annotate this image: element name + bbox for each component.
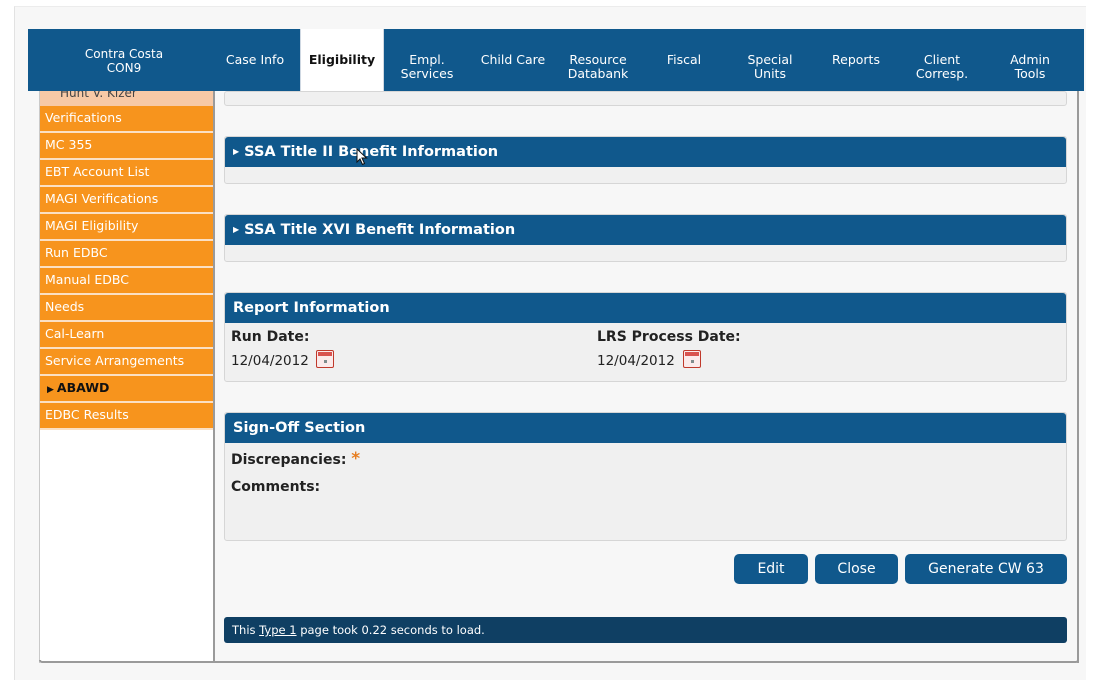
tab-label-line2: Units xyxy=(754,66,786,81)
sidebar-item-label: MAGI Verifications xyxy=(45,191,159,206)
footer-suffix: page took 0.22 seconds to load. xyxy=(300,623,485,637)
expand-triangle-icon: ▶ xyxy=(233,225,240,234)
sidebar-item-label: Service Arrangements xyxy=(45,353,185,368)
report-information-panel: Report Information Run Date: 12/04/2012 … xyxy=(224,292,1067,382)
sidebar-item-mc-355[interactable]: MC 355 xyxy=(40,133,213,160)
county-label: Contra Costa CON9 xyxy=(28,29,220,91)
tab-label: Case Info xyxy=(225,52,285,67)
tab-label-line1: Admin xyxy=(1010,52,1050,67)
section-title: SSA Title II Benefit Information xyxy=(244,144,499,160)
top-navigation-bar: Contra Costa CON9 Case Info Eligibility … xyxy=(28,29,1084,91)
sidebar-item-verifications[interactable]: Verifications xyxy=(40,106,213,133)
discrepancies-label: Discrepancies: * xyxy=(231,449,360,469)
expand-triangle-icon: ▶ xyxy=(233,147,240,156)
section-title: SSA Title XVI Benefit Information xyxy=(244,222,516,238)
sidebar-item-edbc-results[interactable]: EDBC Results xyxy=(40,403,213,430)
tab-label-line1: Resource xyxy=(569,52,627,67)
tab-label-line2: Corresp. xyxy=(915,66,969,81)
tab-label-line1: Special xyxy=(747,52,793,67)
content-bottom-border xyxy=(39,660,1079,663)
sidebar-item-label: Manual EDBC xyxy=(45,272,130,287)
mouse-cursor-icon xyxy=(356,148,368,166)
sidebar-item-label: Verifications xyxy=(45,110,122,125)
run-date-calendar-icon[interactable] xyxy=(316,350,334,368)
run-date-value: 12/04/2012 xyxy=(231,353,309,369)
comments-label: Comments: xyxy=(231,479,321,495)
sidebar-item-label: Cal-Learn xyxy=(45,326,105,341)
report-information-header: Report Information xyxy=(225,293,1066,323)
lrs-process-date-value: 12/04/2012 xyxy=(597,353,675,369)
sidebar-item-service-arrangements[interactable]: Service Arrangements xyxy=(40,349,213,376)
tab-label-line2: Services xyxy=(400,66,454,81)
tab-reports[interactable]: Reports xyxy=(824,29,888,91)
footer-type-link[interactable]: Type 1 xyxy=(259,623,296,637)
tab-label: Reports xyxy=(832,52,880,67)
tab-child-care[interactable]: Child Care xyxy=(474,29,552,91)
tab-case-info[interactable]: Case Info xyxy=(218,29,292,91)
sidebar-item-ebt-account-list[interactable]: EBT Account List xyxy=(40,160,213,187)
edit-button[interactable]: Edit xyxy=(734,554,808,584)
tab-client-corresp[interactable]: Client Corresp. xyxy=(908,29,976,91)
sidebar-item-cal-learn[interactable]: Cal-Learn xyxy=(40,322,213,349)
tab-label-line2: Tools xyxy=(1014,66,1046,81)
sidebar-item-label: Hunt V. Kizer xyxy=(60,91,137,100)
tab-empl-services[interactable]: Empl. Services xyxy=(392,29,462,91)
county-name: Contra Costa xyxy=(84,47,164,61)
required-asterisk-icon: * xyxy=(351,449,361,469)
footer-prefix: This xyxy=(232,623,256,637)
tab-resource-databank[interactable]: Resource Databank xyxy=(560,29,636,91)
tab-eligibility[interactable]: Eligibility xyxy=(300,29,384,91)
lrs-process-date-calendar-icon[interactable] xyxy=(683,350,701,368)
ssa-title-ii-header[interactable]: ▶ SSA Title II Benefit Information xyxy=(225,137,1066,167)
tab-special-units[interactable]: Special Units xyxy=(738,29,802,91)
close-button[interactable]: Close xyxy=(815,554,898,584)
tab-admin-tools[interactable]: Admin Tools xyxy=(1000,29,1060,91)
lrs-process-date-label: LRS Process Date: xyxy=(597,329,741,345)
previous-section-panel xyxy=(224,91,1067,106)
sidebar-item-label: ABAWD xyxy=(56,380,110,395)
sidebar-item-magi-verifications[interactable]: MAGI Verifications xyxy=(40,187,213,214)
sign-off-panel: Sign-Off Section Discrepancies: * Commen… xyxy=(224,412,1067,541)
discrepancies-label-text: Discrepancies: xyxy=(231,452,347,468)
tab-label-line1: Empl. xyxy=(409,52,445,67)
tab-label: Child Care xyxy=(480,52,546,67)
sidebar-item-label: EBT Account List xyxy=(45,164,150,179)
tab-fiscal[interactable]: Fiscal xyxy=(656,29,712,91)
generate-cw63-button[interactable]: Generate CW 63 xyxy=(905,554,1067,584)
sidebar-item-label: MC 355 xyxy=(45,137,93,152)
ssa-title-xvi-header[interactable]: ▶ SSA Title XVI Benefit Information xyxy=(225,215,1066,245)
tab-label-line2: Databank xyxy=(567,66,629,81)
sidebar-item-magi-eligibility[interactable]: MAGI Eligibility xyxy=(40,214,213,241)
sidebar-item-needs[interactable]: Needs xyxy=(40,295,213,322)
sidebar-item-hunt-v-kizer[interactable]: Hunt V. Kizer xyxy=(40,91,213,106)
ssa-title-ii-panel: ▶ SSA Title II Benefit Information xyxy=(224,136,1067,184)
content-right-border xyxy=(1076,91,1079,663)
sidebar-item-run-edbc[interactable]: Run EDBC xyxy=(40,241,213,268)
sidebar-item-label: MAGI Eligibility xyxy=(45,218,139,233)
sidebar-item-label: EDBC Results xyxy=(45,407,129,422)
run-date-label: Run Date: xyxy=(231,329,310,345)
tab-label-line1: Client xyxy=(923,52,961,67)
county-code: CON9 xyxy=(106,61,142,75)
caret-right-icon: ▶ xyxy=(47,385,54,395)
sidebar-item-manual-edbc[interactable]: Manual EDBC xyxy=(40,268,213,295)
sidebar-item-label: Needs xyxy=(45,299,85,314)
page-load-footer: This Type 1 page took 0.22 seconds to lo… xyxy=(224,617,1067,643)
ssa-title-xvi-panel: ▶ SSA Title XVI Benefit Information xyxy=(224,214,1067,262)
sidebar-item-label: Run EDBC xyxy=(45,245,108,260)
sign-off-header: Sign-Off Section xyxy=(225,413,1066,443)
left-sidebar: Hunt V. Kizer Verifications MC 355 EBT A… xyxy=(39,91,215,663)
tab-label: Eligibility xyxy=(308,52,376,67)
tab-label: Fiscal xyxy=(666,52,702,67)
sidebar-item-abawd[interactable]: ▶ ABAWD xyxy=(40,376,213,403)
